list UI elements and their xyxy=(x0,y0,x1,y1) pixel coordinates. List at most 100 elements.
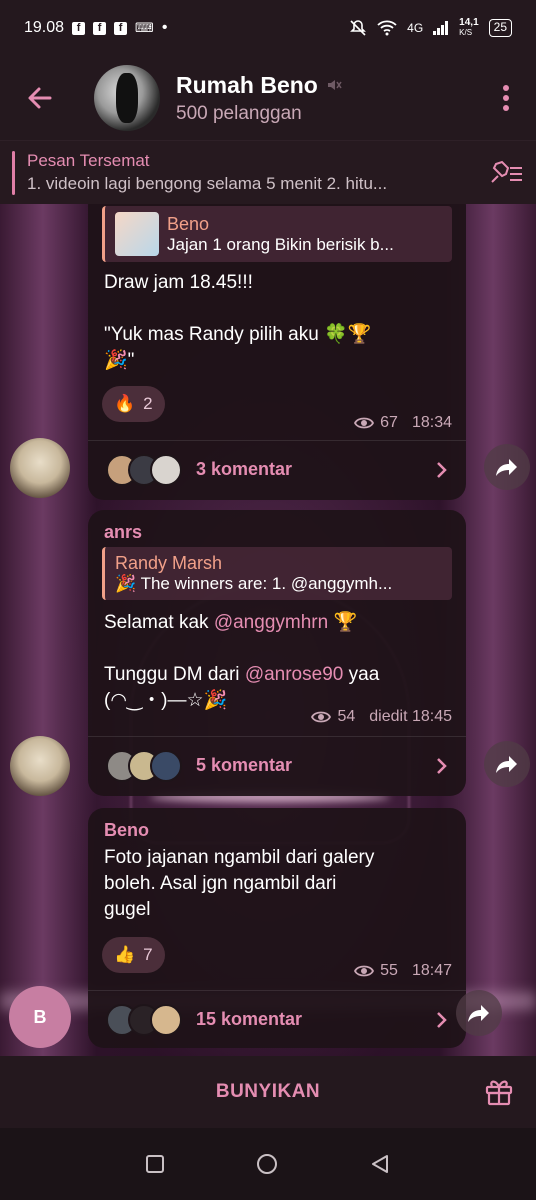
message-meta: 55 18:47 xyxy=(354,962,452,980)
eye-icon xyxy=(354,417,375,429)
share-arrow-icon xyxy=(468,1005,489,1022)
system-navigation-bar xyxy=(0,1128,536,1200)
mention-link[interactable]: @anrose90 xyxy=(245,664,344,685)
share-button[interactable] xyxy=(456,990,502,1036)
message-line: "Yuk mas Randy pilih aku 🍀🏆 xyxy=(104,324,372,345)
thumbs-up-emoji: 👍 xyxy=(114,945,136,964)
unmute-button[interactable]: BUNYIKAN xyxy=(216,1081,320,1103)
status-bar-right: 4G 14,1 K/S 25 xyxy=(349,18,512,38)
reply-content: Beno Jajan 1 orang Bikin berisik b... xyxy=(167,214,394,255)
pinned-message-bar[interactable]: Pesan Tersemat 1. videoin lagi bengong s… xyxy=(0,140,536,204)
commenter-avatars xyxy=(106,1003,182,1036)
facebook-notification-icon: f xyxy=(72,21,86,35)
battery-indicator: 25 xyxy=(488,19,512,37)
more-options-button[interactable] xyxy=(476,56,536,140)
channel-title-row: Rumah Beno xyxy=(176,72,476,99)
reaction-chip[interactable]: 👍 7 xyxy=(102,937,165,973)
message-time: 18:34 xyxy=(411,414,452,431)
chevron-right-icon xyxy=(437,1011,447,1028)
comments-link[interactable]: 15 komentar xyxy=(88,990,466,1048)
mute-bell-icon xyxy=(350,20,367,36)
view-count: 54 xyxy=(337,708,356,725)
comments-count: 3 komentar xyxy=(196,459,293,479)
eye-icon xyxy=(354,965,375,977)
message-line: Foto jajanan ngambil dari galery xyxy=(104,847,375,868)
text: Tunggu DM dari xyxy=(104,664,245,685)
text: Selamat kak xyxy=(104,612,214,633)
speed-unit: K/S xyxy=(459,28,473,37)
share-arrow-icon xyxy=(496,459,517,476)
message-line: Draw jam 18.45!!! xyxy=(104,272,253,293)
status-bar-left: 19.08 f f f ⌨ • xyxy=(24,19,167,37)
sender-avatar[interactable] xyxy=(10,736,70,796)
more-vert-icon xyxy=(503,85,509,111)
reply-preview[interactable]: Randy Marsh 🎉 The winners are: 1. @anggy… xyxy=(102,547,452,600)
message-bubble[interactable]: Beno Jajan 1 orang Bikin berisik b... Dr… xyxy=(88,204,466,500)
user-initial-avatar[interactable]: B xyxy=(9,986,71,1048)
facebook-notification-icon: f xyxy=(114,21,128,35)
comments-count: 5 komentar xyxy=(196,755,293,775)
message-meta: 67 18:34 xyxy=(354,414,452,432)
square-nav-icon[interactable] xyxy=(145,1154,165,1174)
mention-link[interactable]: @anggymhrn xyxy=(214,612,328,633)
reply-text: Jajan 1 orang Bikin berisik b... xyxy=(167,234,394,254)
pinned-indicator xyxy=(12,150,15,195)
pinned-title: Pesan Tersemat xyxy=(27,151,150,170)
fire-emoji: 🔥 xyxy=(114,394,136,413)
view-count: 55 xyxy=(380,962,398,979)
reply-name: Randy Marsh xyxy=(115,553,223,573)
message-line: Selamat kak @anggymhrn 🏆 xyxy=(104,610,450,636)
view-count: 67 xyxy=(380,414,398,431)
reaction-count: 2 xyxy=(143,394,153,413)
comments-link[interactable]: 3 komentar xyxy=(88,440,466,498)
message-line: boleh. Asal jgn ngambil dari xyxy=(104,873,337,894)
commenter-avatars xyxy=(106,453,182,486)
commenter-avatar xyxy=(150,749,182,782)
text: yaa xyxy=(343,664,380,685)
reaction-count: 7 xyxy=(143,945,153,964)
reaction-chip[interactable]: 🔥 2 xyxy=(102,386,165,422)
unpin-list-icon xyxy=(491,160,522,183)
commenter-avatars xyxy=(106,749,182,782)
sender-name: anrs xyxy=(104,522,143,542)
status-bar: 19.08 f f f ⌨ • 4G 14,1 K/S 25 xyxy=(0,0,536,56)
chat-area[interactable]: Beno Jajan 1 orang Bikin berisik b... Dr… xyxy=(0,204,536,1056)
share-button[interactable] xyxy=(484,741,530,787)
reply-preview[interactable]: Beno Jajan 1 orang Bikin berisik b... xyxy=(102,206,452,262)
chevron-right-icon xyxy=(437,461,447,478)
message-bubble[interactable]: Beno Foto jajanan ngambil dari galery bo… xyxy=(88,808,466,1048)
facebook-notification-icon: f xyxy=(93,21,107,35)
channel-avatar[interactable] xyxy=(94,65,160,131)
text: 🏆 xyxy=(328,612,358,633)
commenter-avatar xyxy=(150,1003,182,1036)
message-line: 🎉" xyxy=(104,350,135,371)
channel-info[interactable]: Rumah Beno 500 pelanggan xyxy=(176,72,476,125)
eye-icon xyxy=(311,711,332,723)
message-text: Selamat kak @anggymhrn 🏆 Tunggu DM dari … xyxy=(88,610,466,714)
triangle-back-nav-icon[interactable] xyxy=(369,1153,391,1175)
commenter-avatar xyxy=(150,453,182,486)
share-button[interactable] xyxy=(484,444,530,490)
gift-icon[interactable] xyxy=(484,1076,514,1106)
network-type: 4G xyxy=(407,21,424,35)
network-speed: 14,1 K/S xyxy=(459,18,478,38)
comments-link[interactable]: 5 komentar xyxy=(88,736,466,794)
pinned-list-button[interactable] xyxy=(476,160,536,186)
reply-text: 🎉 The winners are: 1. @anggymh... xyxy=(115,574,393,593)
dot-icon: • xyxy=(161,19,168,36)
message-time: 18:47 xyxy=(411,962,452,979)
sender-avatar[interactable] xyxy=(10,438,70,498)
reply-content: Randy Marsh 🎉 The winners are: 1. @anggy… xyxy=(115,553,392,594)
comments-count: 15 komentar xyxy=(196,1009,303,1029)
chat-header: Rumah Beno 500 pelanggan xyxy=(0,56,536,140)
bottom-bar: BUNYIKAN xyxy=(0,1056,536,1128)
back-button[interactable] xyxy=(0,56,80,140)
message-text: Draw jam 18.45!!! "Yuk mas Randy pilih a… xyxy=(88,270,466,374)
subscriber-count: 500 pelanggan xyxy=(176,102,302,124)
pinned-content: Pesan Tersemat 1. videoin lagi bengong s… xyxy=(27,151,476,194)
message-meta: 54 diedit 18:45 xyxy=(311,708,452,726)
mute-icon xyxy=(327,80,342,90)
message-text: Foto jajanan ngambil dari galery boleh. … xyxy=(88,845,466,923)
circle-nav-icon[interactable] xyxy=(255,1152,279,1176)
message-bubble[interactable]: anrs Randy Marsh 🎉 The winners are: 1. @… xyxy=(88,510,466,796)
